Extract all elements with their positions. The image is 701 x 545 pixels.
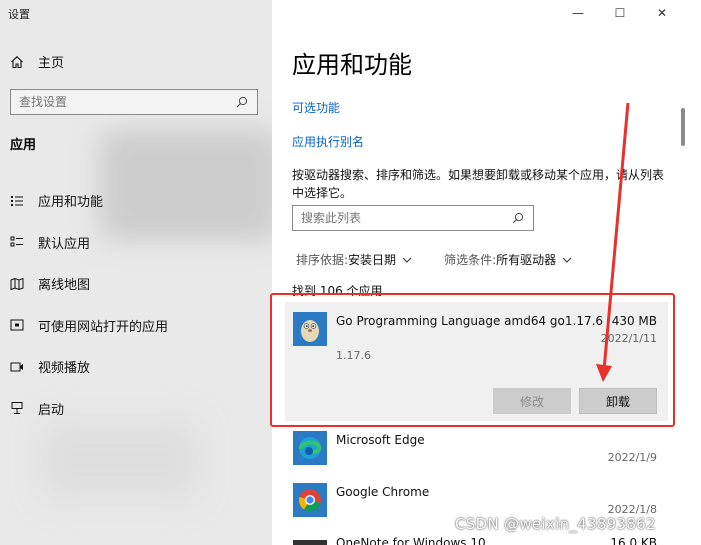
window-title: 设置	[8, 8, 30, 21]
home-icon	[10, 55, 24, 69]
default-apps-icon	[10, 235, 24, 249]
sidebar-item-offline-maps[interactable]: 离线地图	[10, 263, 260, 305]
app-date: 2022/1/11	[600, 332, 657, 345]
sidebar-item-apps-features[interactable]: 应用和功能	[10, 180, 260, 222]
sidebar-nav: 应用和功能 默认应用 离线地图 可使用网站打开的应用 视频播放 启动	[10, 180, 260, 429]
sidebar-item-home[interactable]: 主页	[10, 52, 64, 71]
app-count: 找到 106 个应用	[292, 284, 383, 298]
onenote-icon	[293, 535, 327, 545]
sidebar-item-label: 主页	[38, 56, 65, 71]
sidebar-item-label: 视频播放	[38, 361, 91, 377]
uninstall-button[interactable]: 卸载	[579, 388, 657, 414]
edge-icon	[293, 431, 327, 465]
sort-dropdown[interactable]: 排序依据: 安装日期	[296, 251, 412, 268]
sidebar-item-label: 可使用网站打开的应用	[38, 319, 169, 335]
app-version: 1.17.6	[336, 349, 371, 362]
app-list-search-input[interactable]	[301, 211, 511, 225]
optional-features-link[interactable]: 可选功能	[292, 99, 340, 116]
search-icon[interactable]	[235, 95, 249, 109]
acrylic-blur	[40, 420, 200, 500]
go-gopher-icon	[293, 312, 327, 346]
app-execution-alias-link[interactable]: 应用执行别名	[292, 133, 364, 150]
video-playback-icon	[10, 360, 24, 374]
filter-value: 所有驱动器	[496, 253, 557, 267]
app-list-search-field[interactable]	[292, 205, 534, 231]
apps-features-icon	[10, 194, 24, 208]
sidebar-item-video-playback[interactable]: 视频播放	[10, 346, 260, 388]
page-title: 应用和功能	[292, 51, 412, 79]
sidebar-item-startup[interactable]: 启动	[10, 388, 260, 430]
sidebar-item-label: 默认应用	[38, 236, 91, 252]
sidebar: 设置 主页 应用 应用和功能 默认应用 离线地图	[0, 0, 272, 545]
settings-search-field[interactable]	[10, 89, 258, 115]
sidebar-item-label: 离线地图	[38, 278, 91, 294]
app-name: Google Chrome	[336, 485, 430, 499]
chevron-down-icon	[562, 253, 572, 267]
settings-search-input[interactable]	[19, 95, 235, 109]
watermark: CSDN @weixin_43893862	[455, 515, 656, 533]
minimize-button[interactable]: —	[557, 2, 599, 24]
app-size: 16.0 KB	[610, 536, 657, 545]
chrome-icon	[293, 483, 327, 517]
app-name: OneNote for Windows 10	[336, 536, 486, 545]
sidebar-item-default-apps[interactable]: 默认应用	[10, 222, 260, 264]
filter-label: 筛选条件:	[444, 253, 497, 267]
app-date: 2022/1/9	[607, 451, 657, 464]
section-title: 应用	[10, 138, 37, 153]
sort-value: 安装日期	[348, 253, 397, 267]
offline-maps-icon	[10, 277, 24, 291]
description-text: 按驱动器搜索、排序和筛选。如果想要卸载或移动某个应用，请从列表中选择它。	[292, 168, 665, 200]
sidebar-item-apps-for-websites[interactable]: 可使用网站打开的应用	[10, 305, 260, 347]
sidebar-item-label: 启动	[38, 402, 65, 418]
sort-label: 排序依据:	[296, 253, 349, 267]
app-name: Microsoft Edge	[336, 433, 425, 447]
apps-for-websites-icon	[10, 318, 24, 332]
startup-icon	[10, 401, 24, 415]
sidebar-item-label: 应用和功能	[38, 195, 104, 211]
search-icon[interactable]	[511, 211, 525, 225]
app-size: 430 MB	[611, 314, 657, 328]
chevron-down-icon	[402, 253, 412, 267]
window-controls: — ☐ ✕	[557, 2, 683, 24]
maximize-button[interactable]: ☐	[599, 2, 641, 24]
filter-dropdown[interactable]: 筛选条件: 所有驱动器	[444, 251, 572, 268]
close-button[interactable]: ✕	[641, 2, 683, 24]
modify-button[interactable]: 修改	[493, 388, 571, 414]
scrollbar-thumb[interactable]	[681, 108, 685, 146]
filter-bar: 排序依据: 安装日期 筛选条件: 所有驱动器	[296, 251, 604, 268]
